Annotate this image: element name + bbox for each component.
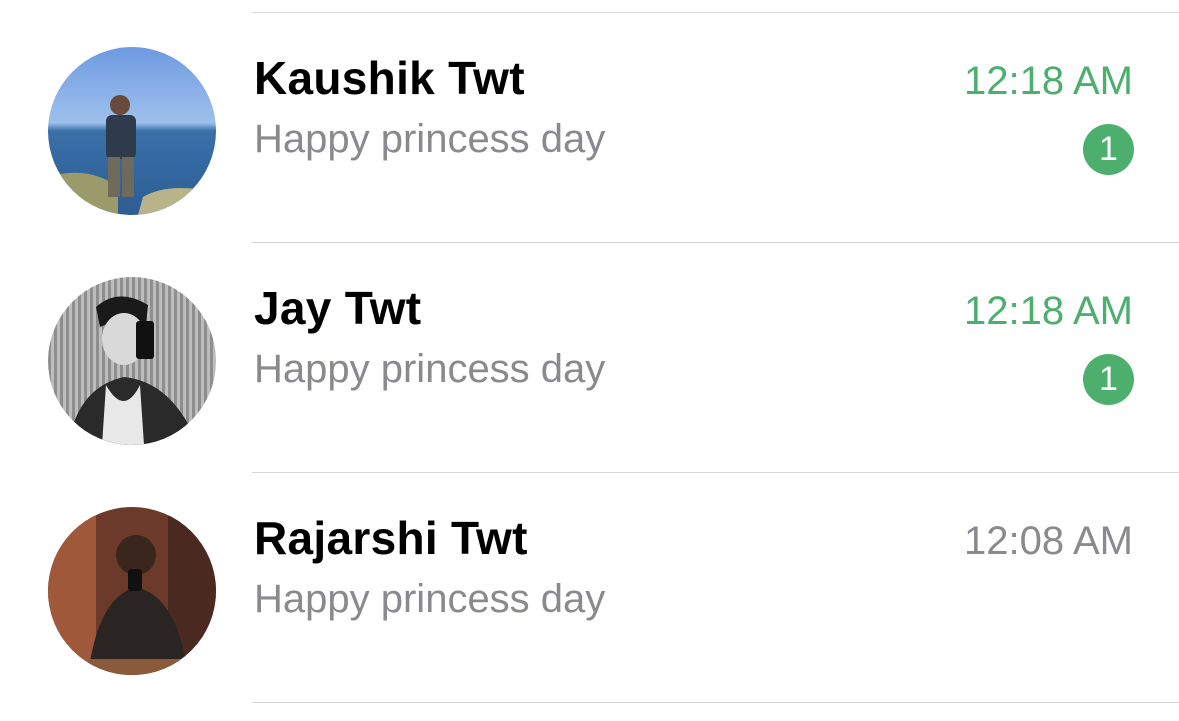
chat-list: Kaushik Twt Happy princess day 12:18 AM … xyxy=(0,0,1179,721)
avatar-photo-rajarshi xyxy=(48,507,216,675)
message-preview: Happy princess day xyxy=(254,347,606,391)
message-time: 12:18 AM xyxy=(963,289,1133,333)
divider xyxy=(252,702,1179,703)
unread-badge: 1 xyxy=(1083,354,1134,405)
unread-badge: 1 xyxy=(1083,124,1134,175)
message-preview: Happy princess day xyxy=(254,577,606,621)
chat-row-rajarshi[interactable]: Rajarshi Twt Happy princess day 12:08 AM xyxy=(0,473,1179,702)
message-preview: Happy princess day xyxy=(254,117,606,161)
contact-name: Rajarshi Twt xyxy=(254,512,528,564)
avatar-photo-jay xyxy=(48,277,216,445)
message-time: 12:18 AM xyxy=(963,59,1133,103)
avatar-photo-kaushik xyxy=(48,47,216,215)
avatar[interactable] xyxy=(48,507,216,675)
contact-name: Kaushik Twt xyxy=(254,52,525,104)
chat-row-jay[interactable]: Jay Twt Happy princess day 12:18 AM 1 xyxy=(0,243,1179,472)
avatar[interactable] xyxy=(48,277,216,445)
chat-row-kaushik[interactable]: Kaushik Twt Happy princess day 12:18 AM … xyxy=(0,13,1179,242)
message-time: 12:08 AM xyxy=(963,519,1133,563)
contact-name: Jay Twt xyxy=(254,282,422,334)
avatar[interactable] xyxy=(48,47,216,215)
